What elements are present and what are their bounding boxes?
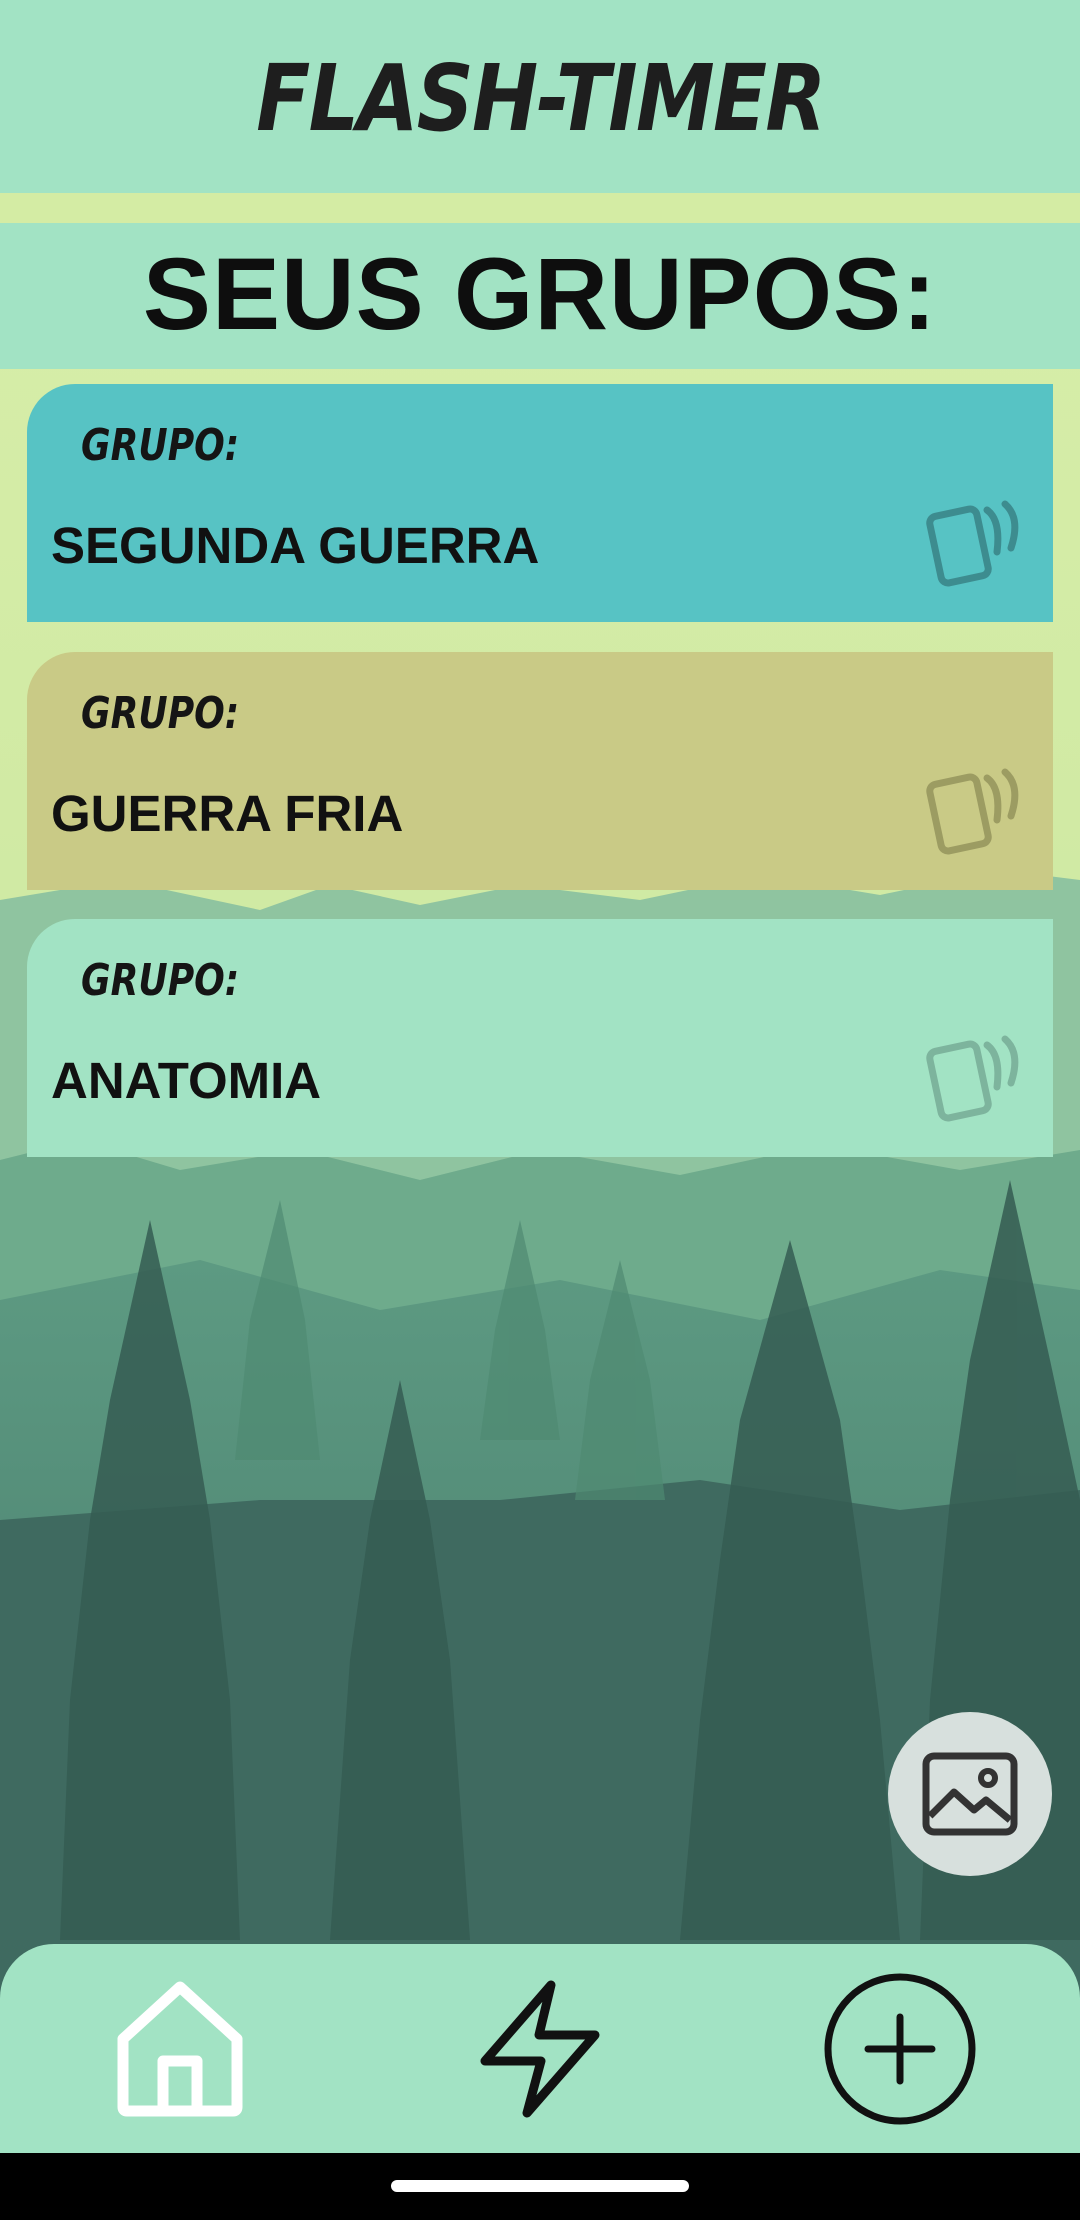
app-title: FLASH-TIMER [255,45,826,152]
add-circle-icon [824,1973,976,2124]
header-divider [0,193,1080,223]
change-background-button[interactable] [888,1712,1052,1876]
nav-add-button[interactable] [810,1944,990,2153]
group-card-segunda-guerra[interactable]: GRUPO: SEGUNDA GUERRA [27,384,1053,622]
flashcards-icon [926,500,1019,587]
home-indicator[interactable] [391,2180,689,2192]
nav-home-button[interactable] [90,1944,270,2153]
section-header: SEUS GRUPOS: [0,223,1080,369]
app-header: FLASH-TIMER [0,0,1080,193]
group-card-guerra-fria[interactable]: GRUPO: GUERRA FRIA [27,652,1053,890]
nav-flash-button[interactable] [450,1944,630,2153]
system-navigation-bar [0,2153,1080,2220]
section-title: SEUS GRUPOS: [142,236,938,351]
group-card-anatomia[interactable]: GRUPO: ANATOMIA [27,919,1053,1157]
group-label: GRUPO: [81,955,240,1006]
group-label: GRUPO: [81,420,240,471]
group-name: ANATOMIA [51,1052,322,1109]
group-name: SEGUNDA GUERRA [51,517,540,574]
home-icon [117,1981,243,2116]
group-name: GUERRA FRIA [51,785,404,842]
image-icon [922,1752,1018,1836]
lightning-bolt-icon [480,1980,600,2117]
group-label: GRUPO: [81,688,240,739]
bottom-navigation [0,1944,1080,2153]
flashcards-icon [926,1035,1019,1122]
flashcards-icon [926,768,1019,855]
